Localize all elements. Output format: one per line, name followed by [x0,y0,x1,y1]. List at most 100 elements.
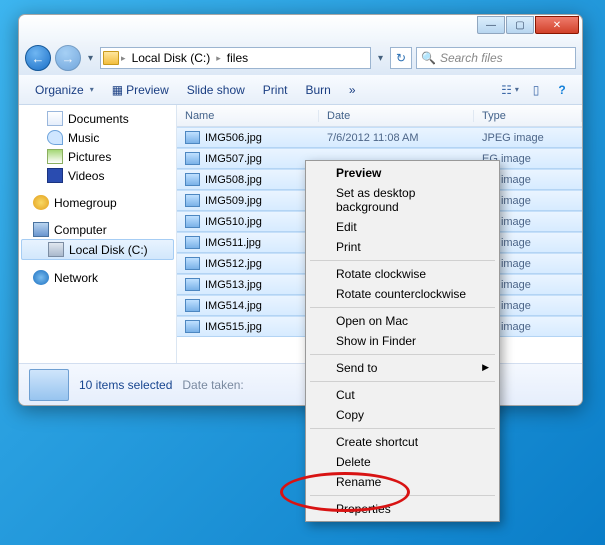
file-row[interactable]: IMG506.jpg 7/6/2012 11:08 AMJPEG image [177,127,582,148]
chevron-icon: ▸ [216,53,221,64]
search-placeholder: Search files [440,51,503,65]
disk-icon [48,242,64,257]
burn-button[interactable]: Burn [297,80,338,100]
separator [310,381,495,382]
chevron-icon: ▸ [121,53,126,64]
date-taken-label: Date taken: [182,378,243,392]
sidebar-item-homegroup[interactable]: Homegroup [19,193,176,212]
image-file-icon [185,236,200,249]
sidebar-item-pictures[interactable]: Pictures [19,147,176,166]
print-button[interactable]: Print [255,80,296,100]
ctx-cut[interactable]: Cut [308,385,497,405]
organize-button[interactable]: Organize [27,80,102,100]
homegroup-icon [33,195,49,210]
folder-icon [103,51,119,65]
search-input[interactable]: 🔍 Search files [416,47,576,69]
file-date: 7/6/2012 11:08 AM [319,132,474,144]
sidebar-item-documents[interactable]: Documents [19,109,176,128]
breadcrumb-drive[interactable]: Local Disk (C:) [128,51,215,65]
help-button[interactable]: ? [550,79,574,101]
file-name: IMG511.jpg [205,237,261,249]
minimize-button[interactable]: — [477,16,505,34]
ctx-rotate-cw[interactable]: Rotate clockwise [308,264,497,284]
network-icon [33,270,49,285]
separator [310,260,495,261]
back-button[interactable]: ← [25,45,51,71]
titlebar: — ▢ ✕ [19,15,582,41]
file-name: IMG507.jpg [205,153,262,165]
pictures-icon [47,149,63,164]
sidebar-item-music[interactable]: Music [19,128,176,147]
search-icon: 🔍 [421,51,436,65]
file-name: IMG514.jpg [205,300,262,312]
column-name[interactable]: Name [177,110,319,122]
maximize-button[interactable]: ▢ [506,16,534,34]
ctx-open-on-mac[interactable]: Open on Mac [308,311,497,331]
ctx-create-shortcut[interactable]: Create shortcut [308,432,497,452]
ctx-send-to[interactable]: Send to▶ [308,358,497,378]
ctx-properties[interactable]: Properties [308,499,497,519]
file-type: JPEG image [474,132,582,144]
file-name: IMG513.jpg [205,279,262,291]
file-name: IMG508.jpg [205,174,262,186]
image-file-icon [185,215,200,228]
breadcrumb-folder[interactable]: files [223,51,252,65]
music-icon [47,130,63,145]
selection-count: 10 items selected [79,378,172,392]
ctx-rotate-ccw[interactable]: Rotate counterclockwise [308,284,497,304]
address-bar: ← → ▾ ▸ Local Disk (C:) ▸ files ▾ ↻ 🔍 Se… [19,41,582,75]
ctx-edit[interactable]: Edit [308,217,497,237]
column-headers: Name Date Type [177,105,582,127]
view-button[interactable]: ☷ [498,79,522,101]
file-name: IMG515.jpg [205,321,262,333]
image-file-icon [185,152,200,165]
column-type[interactable]: Type [474,110,582,122]
file-name: IMG506.jpg [205,132,262,144]
preview-pane-button[interactable]: ▯ [524,79,548,101]
ctx-show-in-finder[interactable]: Show in Finder [308,331,497,351]
close-button[interactable]: ✕ [535,16,579,34]
image-file-icon [185,320,200,333]
file-name: IMG509.jpg [205,195,262,207]
preview-icon: ▦ [112,83,123,97]
forward-button[interactable]: → [55,45,81,71]
preview-button[interactable]: ▦ Preview [104,80,177,100]
computer-icon [33,222,49,237]
separator [310,495,495,496]
file-name: IMG510.jpg [205,216,262,228]
more-button[interactable]: » [341,80,364,100]
ctx-set-background[interactable]: Set as desktop background [308,183,497,217]
separator [310,307,495,308]
toolbar: Organize ▦ Preview Slide show Print Burn… [19,75,582,105]
slideshow-button[interactable]: Slide show [179,80,253,100]
image-file-icon [185,194,200,207]
image-file-icon [185,173,200,186]
sidebar-item-network[interactable]: Network [19,268,176,287]
submenu-arrow-icon: ▶ [482,362,489,373]
file-name: IMG512.jpg [205,258,262,270]
image-file-icon [185,257,200,270]
sidebar-item-localdisk[interactable]: Local Disk (C:) [21,239,174,260]
documents-icon [47,111,63,126]
context-menu: Preview Set as desktop background Edit P… [305,160,500,522]
refresh-button[interactable]: ↻ [390,47,412,69]
image-file-icon [185,278,200,291]
image-file-icon [185,299,200,312]
videos-icon [47,168,63,183]
separator [310,354,495,355]
navigation-pane: Documents Music Pictures Videos Homegrou… [19,105,177,363]
breadcrumb[interactable]: ▸ Local Disk (C:) ▸ files [100,47,371,69]
separator [310,428,495,429]
column-date[interactable]: Date [319,110,474,122]
ctx-delete[interactable]: Delete [308,452,497,472]
image-file-icon [185,131,200,144]
ctx-preview[interactable]: Preview [308,163,497,183]
sidebar-item-videos[interactable]: Videos [19,166,176,185]
ctx-copy[interactable]: Copy [308,405,497,425]
path-dropdown-icon[interactable]: ▾ [375,53,386,64]
thumbnail-icon [29,369,69,401]
sidebar-item-computer[interactable]: Computer [19,220,176,239]
ctx-print[interactable]: Print [308,237,497,257]
ctx-rename[interactable]: Rename [308,472,497,492]
history-dropdown-icon[interactable]: ▾ [85,53,96,64]
